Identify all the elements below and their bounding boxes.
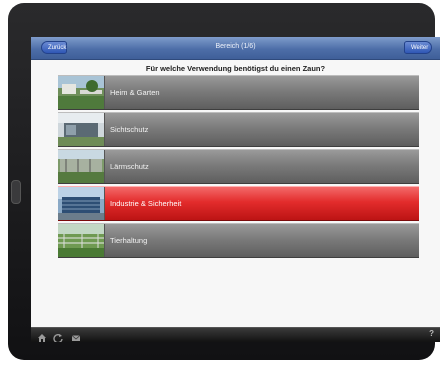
home-icon[interactable] [37,330,47,342]
option-list: Heim & Garten Sichtschutz Lärmschutz Ind… [58,75,419,260]
next-button[interactable]: Weiter [404,41,432,54]
page-title: Bereich (1/6) [215,43,256,50]
option-label: Industrie & Sicherheit [110,199,182,208]
navigation-bar: Zurück Bereich (1/6) Weiter [31,37,440,60]
question-heading: Für welche Verwendung benötigst du einen… [145,64,326,73]
mail-icon[interactable] [71,330,81,341]
option-label: Sichtschutz [110,125,149,134]
bottom-toolbar: ? [31,327,440,342]
app-screen: Zurück Bereich (1/6) Weiter Für welche V… [31,37,440,342]
option-heim-garten[interactable]: Heim & Garten [58,75,419,110]
option-thumbnail [58,150,105,183]
option-laermschutz[interactable]: Lärmschutz [58,149,419,184]
option-thumbnail [58,187,105,220]
option-label: Lärmschutz [110,162,149,171]
option-thumbnail [58,224,105,257]
option-label: Heim & Garten [110,88,160,97]
help-button[interactable]: ? [429,329,434,338]
option-tierhaltung[interactable]: Tierhaltung [58,223,419,258]
device-home-button[interactable] [11,180,21,204]
option-thumbnail [58,113,105,146]
option-sichtschutz[interactable]: Sichtschutz [58,112,419,147]
refresh-icon[interactable] [53,330,63,342]
tablet-frame: Zurück Bereich (1/6) Weiter Für welche V… [8,3,440,360]
option-industrie-sicherheit[interactable]: Industrie & Sicherheit [58,186,419,221]
option-label: Tierhaltung [110,236,148,245]
option-thumbnail [58,76,105,109]
